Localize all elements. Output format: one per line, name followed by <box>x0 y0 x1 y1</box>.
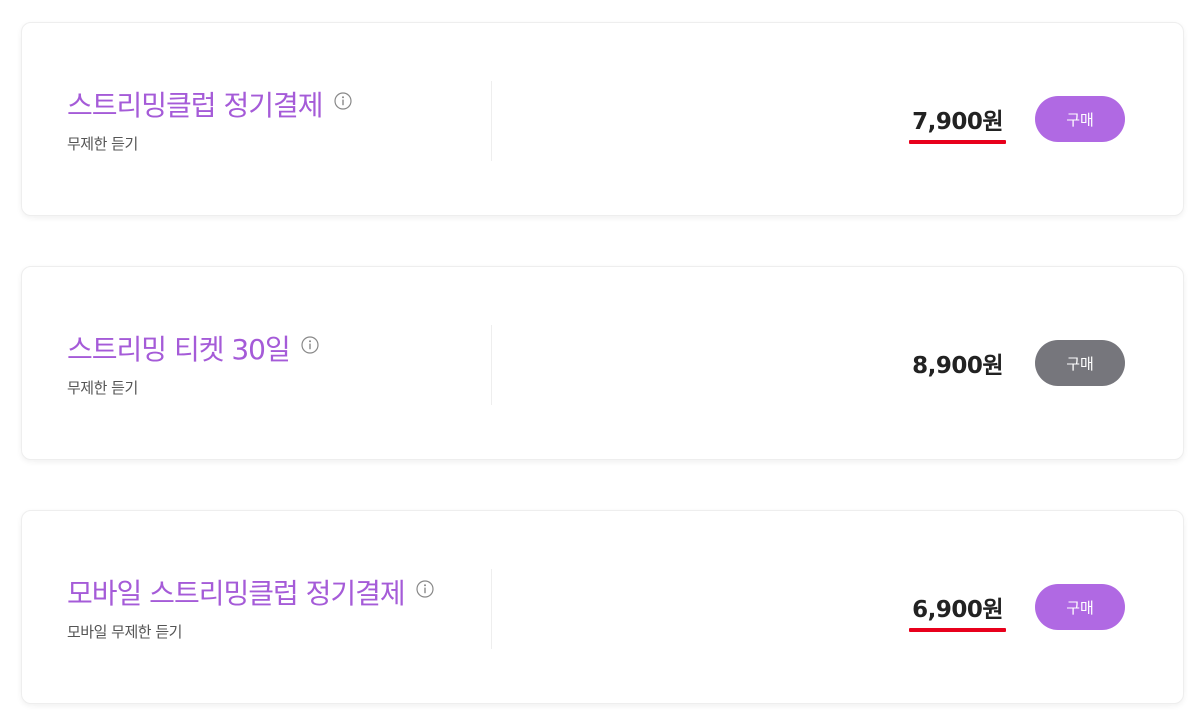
price-highlight-underline <box>909 140 1006 144</box>
title-row: 스트리밍 티켓 30일 <box>67 328 319 368</box>
price-highlight-underline <box>909 628 1006 632</box>
price-text: 6,900원 <box>912 597 1003 623</box>
title-row: 모바일 스트리밍클럽 정기결제 <box>67 572 434 612</box>
product-list: 스트리밍클럽 정기결제 무제한 듣기 7,900원 구매 스트리밍 티켓 30일 <box>0 0 1200 716</box>
buy-button[interactable]: 구매 <box>1035 584 1125 630</box>
product-info: 모바일 스트리밍클럽 정기결제 모바일 무제한 듣기 <box>67 572 434 642</box>
divider <box>491 81 492 161</box>
title-row: 스트리밍클럽 정기결제 <box>67 84 352 124</box>
product-info: 스트리밍클럽 정기결제 무제한 듣기 <box>67 84 352 154</box>
info-circle-icon[interactable] <box>301 336 319 354</box>
product-title: 스트리밍 티켓 30일 <box>67 333 291 366</box>
info-circle-icon[interactable] <box>416 580 434 598</box>
divider <box>491 569 492 649</box>
product-subtitle: 무제한 듣기 <box>67 135 138 153</box>
product-price: 8,900원 <box>912 346 1003 380</box>
product-subtitle: 무제한 듣기 <box>67 379 138 397</box>
divider <box>491 325 492 405</box>
product-title: 스트리밍클럽 정기결제 <box>67 89 324 122</box>
product-card: 스트리밍클럽 정기결제 무제한 듣기 7,900원 구매 <box>21 22 1184 216</box>
product-card: 모바일 스트리밍클럽 정기결제 모바일 무제한 듣기 6,900원 구매 <box>21 510 1184 704</box>
info-circle-icon[interactable] <box>333 92 352 110</box>
product-price: 7,900원 <box>909 102 1006 144</box>
product-price: 6,900원 <box>909 590 1006 632</box>
product-subtitle: 모바일 무제한 듣기 <box>67 623 182 641</box>
price-text: 7,900원 <box>912 109 1003 135</box>
buy-button[interactable]: 구매 <box>1035 340 1125 386</box>
price-text: 8,900원 <box>912 353 1003 379</box>
product-info: 스트리밍 티켓 30일 무제한 듣기 <box>67 328 319 398</box>
product-title: 모바일 스트리밍클럽 정기결제 <box>67 577 406 610</box>
product-card: 스트리밍 티켓 30일 무제한 듣기 8,900원 구매 <box>21 266 1184 460</box>
buy-button[interactable]: 구매 <box>1035 96 1125 142</box>
